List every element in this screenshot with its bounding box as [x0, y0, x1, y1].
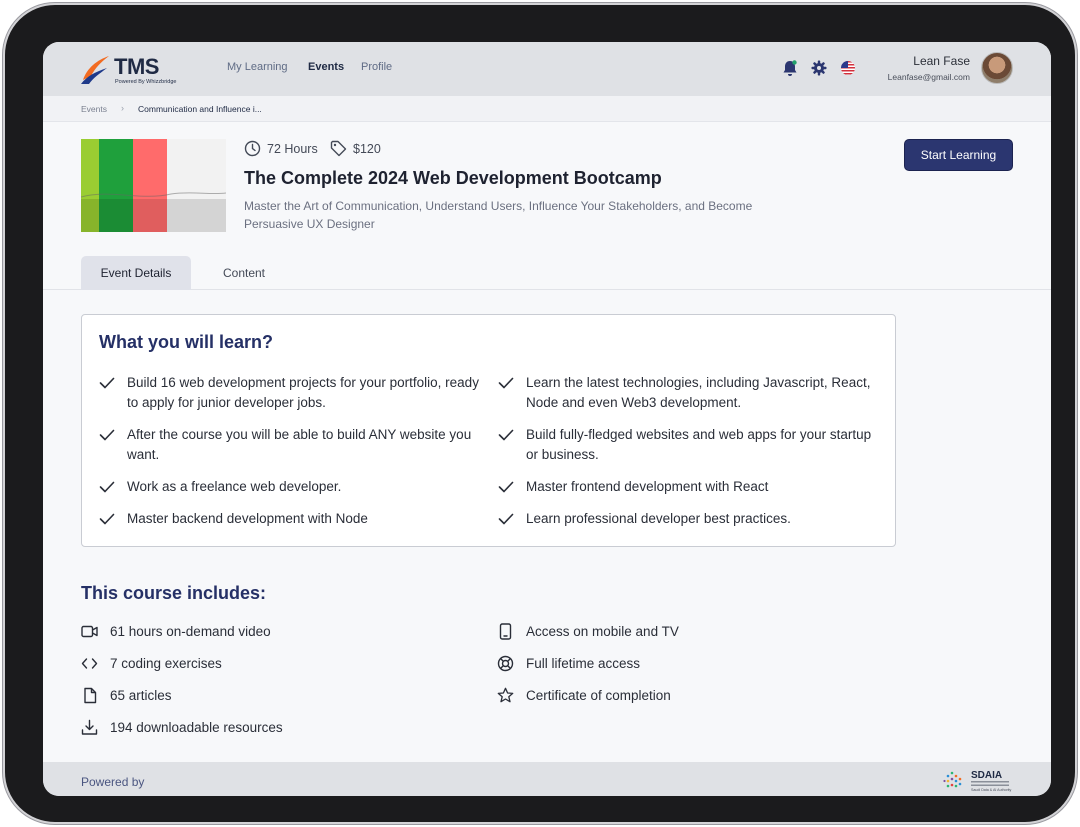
sdaia-logo-subtext: Saudi Data & AI Authority — [971, 788, 1012, 792]
learn-item: Learn the latest technologies, including… — [498, 373, 878, 413]
include-item: 61 hours on-demand video — [81, 623, 271, 640]
clock-icon — [244, 140, 261, 157]
include-item-text: 65 articles — [110, 688, 172, 703]
nav-profile[interactable]: Profile — [361, 61, 392, 73]
tms-logo[interactable]: TMS Powered By Whizzbridge — [79, 52, 189, 86]
include-item: 7 coding exercises — [81, 655, 222, 672]
learn-item-text: Build fully-fledged websites and web app… — [526, 427, 872, 462]
file-icon — [81, 687, 98, 704]
sdaia-dots-icon — [943, 771, 962, 788]
us-flag-language-icon[interactable] — [839, 59, 857, 77]
course-subtitle: Master the Art of Communication, Underst… — [244, 199, 753, 231]
include-item: Access on mobile and TV — [497, 623, 679, 640]
tab-event-details[interactable]: Event Details — [81, 256, 191, 290]
include-item-text: Access on mobile and TV — [526, 624, 679, 639]
learn-item: Build 16 web development projects for yo… — [99, 373, 479, 413]
learn-item: Master frontend development with React — [498, 477, 878, 497]
include-item-text: 7 coding exercises — [110, 656, 222, 671]
user-name: Lean Fase — [913, 54, 970, 68]
learn-item-text: Work as a freelance web developer. — [127, 479, 342, 494]
lifebuoy-icon — [497, 655, 514, 672]
includes-title: This course includes: — [81, 583, 267, 603]
learn-item: After the course you will be able to bui… — [99, 425, 479, 465]
video-icon — [81, 623, 98, 640]
top-navigation-bar: TMS Powered By Whizzbridge My Learning E… — [43, 42, 1051, 96]
tab-content[interactable]: Content — [203, 256, 285, 290]
learn-item-text: Master backend development with Node — [127, 511, 368, 526]
checkmark-icon — [99, 425, 115, 445]
checkmark-icon — [99, 509, 115, 529]
learn-item-text: Learn the latest technologies, including… — [526, 375, 871, 410]
what-you-will-learn-card: What you will learn? Build 16 web develo… — [81, 314, 896, 547]
nav-events[interactable]: Events — [308, 61, 344, 73]
nav-my-learning[interactable]: My Learning — [227, 61, 288, 73]
include-item-text: Full lifetime access — [526, 656, 641, 671]
user-email: Leanfase@gmail.com — [887, 72, 970, 82]
start-learning-button[interactable]: Start Learning — [904, 139, 1013, 171]
course-price: $120 — [330, 140, 381, 157]
logo-text: TMS — [114, 54, 159, 79]
course-thumbnail — [81, 139, 226, 232]
settings-gear-icon[interactable] — [810, 59, 828, 77]
breadcrumb-events[interactable]: Events — [81, 104, 107, 114]
breadcrumb-current: Communication and Influence i... — [138, 104, 262, 114]
duration-text: 72 Hours — [267, 141, 318, 156]
include-item-text: 194 downloadable resources — [110, 720, 283, 735]
learn-item: Learn professional developer best practi… — [498, 509, 878, 529]
download-icon — [81, 719, 98, 736]
include-item: 194 downloadable resources — [81, 719, 283, 736]
price-text: $120 — [353, 141, 381, 156]
course-title: The Complete 2024 Web Development Bootca… — [244, 168, 662, 188]
learn-item-text: Master frontend development with React — [526, 479, 769, 494]
include-item: Full lifetime access — [497, 655, 640, 672]
footer: Powered by SDAIA Saudi Data & AI Authori… — [43, 762, 1051, 796]
include-item-text: Certificate of completion — [526, 688, 671, 703]
learn-item: Master backend development with Node — [99, 509, 479, 529]
learn-item: Work as a freelance web developer. — [99, 477, 479, 497]
notification-bell-icon[interactable] — [781, 59, 799, 77]
learn-item-text: After the course you will be able to bui… — [127, 427, 472, 462]
code-icon — [81, 655, 98, 672]
checkmark-icon — [99, 477, 115, 497]
learn-item: Build fully-fledged websites and web app… — [498, 425, 878, 465]
checkmark-icon — [498, 373, 514, 393]
user-avatar[interactable] — [981, 52, 1013, 84]
app-screen: TMS Powered By Whizzbridge My Learning E… — [43, 42, 1051, 796]
checkmark-icon — [498, 425, 514, 445]
checkmark-icon — [498, 509, 514, 529]
mobile-icon — [497, 623, 514, 640]
learn-item-text: Build 16 web development projects for yo… — [127, 375, 479, 410]
tms-logo-mark-icon — [81, 56, 109, 84]
course-header: 72 Hours $120 The Complete 2024 Web Deve… — [43, 122, 1051, 290]
breadcrumb: Events › Communication and Influence i..… — [43, 96, 1051, 122]
star-icon — [497, 687, 514, 704]
tablet-frame: TMS Powered By Whizzbridge My Learning E… — [3, 3, 1077, 824]
logo-subtext: Powered By Whizzbridge — [115, 79, 177, 85]
course-duration: 72 Hours — [244, 140, 318, 157]
sdaia-logo: SDAIA Saudi Data & AI Authority — [943, 767, 1013, 793]
checkmark-icon — [99, 373, 115, 393]
powered-by-text: Powered by — [81, 775, 145, 789]
include-item-text: 61 hours on-demand video — [110, 624, 271, 639]
include-item: 65 articles — [81, 687, 172, 704]
learn-item-text: Learn professional developer best practi… — [526, 511, 791, 526]
sdaia-logo-text: SDAIA — [971, 770, 1002, 781]
price-tag-icon — [330, 140, 347, 157]
include-item: Certificate of completion — [497, 687, 671, 704]
breadcrumb-chevron-icon: › — [121, 103, 124, 113]
checkmark-icon — [498, 477, 514, 497]
learn-title: What you will learn? — [99, 332, 274, 352]
